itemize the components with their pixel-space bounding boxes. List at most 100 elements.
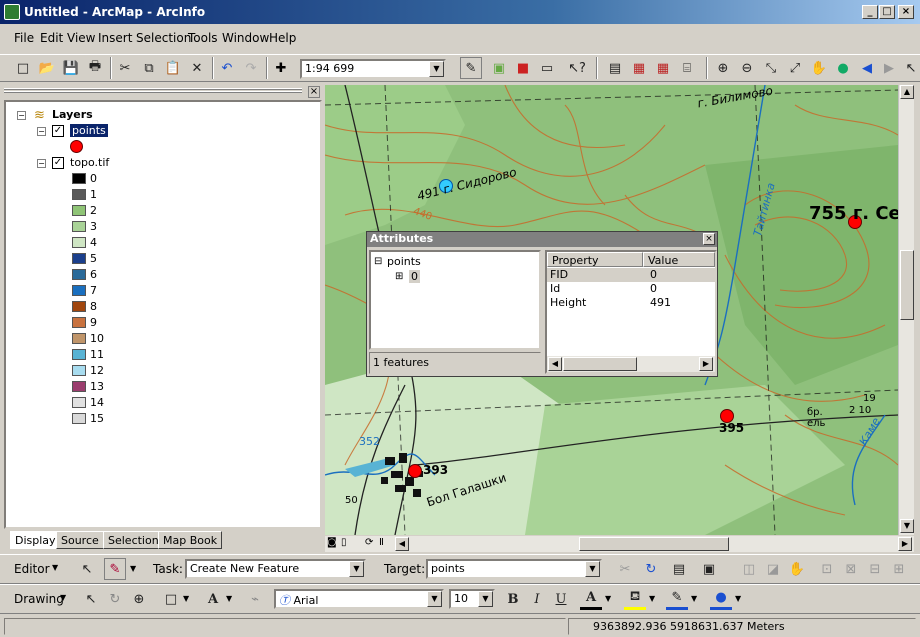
copy-icon[interactable]: ⧉: [138, 57, 160, 79]
menu-insert[interactable]: Insert: [98, 31, 132, 45]
fixed-zoom-in-icon[interactable]: ⤡: [760, 57, 782, 79]
task-combo[interactable]: Create New Feature ▼: [185, 559, 366, 579]
delete-icon[interactable]: ✕: [186, 57, 208, 79]
legend-swatch[interactable]: [72, 237, 86, 248]
topology-edit-icon[interactable]: ◪: [762, 558, 784, 580]
arctoolbox-icon[interactable]: ▣: [488, 57, 510, 79]
data-view-icon[interactable]: ◙: [327, 537, 337, 548]
map-scale-combo[interactable]: 1:94 699 ▼: [300, 59, 446, 79]
redo-icon[interactable]: ↷: [240, 57, 262, 79]
new-document-icon[interactable]: □: [12, 57, 34, 79]
points-layer-name[interactable]: points: [70, 124, 108, 137]
attribute-table-icon[interactable]: ▦: [628, 57, 650, 79]
map-horizontal-scrollbar[interactable]: ◙ ▯ ⟳ Ⅱ ◀ ▶: [325, 536, 914, 552]
chevron-down-icon[interactable]: ▼: [130, 564, 136, 573]
topology-window-icon[interactable]: ⊞: [888, 558, 910, 580]
close-button[interactable]: ×: [898, 5, 914, 19]
catalog-icon[interactable]: ⌸: [676, 57, 698, 79]
tab-source[interactable]: Source: [56, 531, 104, 549]
validate-extent-icon[interactable]: ⊠: [840, 558, 862, 580]
fill-color-icon[interactable]: ⛾: [624, 588, 646, 610]
editor-menu[interactable]: Editor: [14, 562, 50, 576]
legend-swatch[interactable]: [72, 301, 86, 312]
grid-cell-property[interactable]: Height: [550, 296, 586, 309]
add-data-icon[interactable]: ✚: [270, 57, 292, 79]
chevron-down-icon[interactable]: ▼: [605, 594, 611, 603]
minimize-button[interactable]: _: [862, 5, 878, 19]
scroll-thumb[interactable]: [563, 357, 637, 371]
attributes-icon[interactable]: ▤: [668, 558, 690, 580]
scroll-right-icon[interactable]: ▶: [898, 537, 912, 551]
maximize-button[interactable]: □: [879, 5, 895, 19]
chevron-down-icon[interactable]: ▼: [60, 593, 66, 602]
legend-swatch[interactable]: [72, 381, 86, 392]
scroll-left-icon[interactable]: ◀: [548, 357, 562, 371]
legend-swatch[interactable]: [72, 221, 86, 232]
toc-close-icon[interactable]: ×: [308, 86, 320, 98]
table-icon[interactable]: ▦: [652, 57, 674, 79]
rotate-tool-icon[interactable]: ↻: [640, 558, 662, 580]
tab-map-book[interactable]: Map Book: [158, 531, 223, 549]
bold-button[interactable]: B: [502, 588, 524, 610]
print-icon[interactable]: 🖶: [84, 57, 106, 79]
next-extent-icon[interactable]: ▶: [878, 57, 900, 79]
select-elements-icon[interactable]: ↖: [900, 57, 920, 79]
validate-icon[interactable]: ⊡: [816, 558, 838, 580]
legend-swatch[interactable]: [72, 205, 86, 216]
legend-swatch[interactable]: [72, 317, 86, 328]
editor-toolbar-icon[interactable]: ✎: [460, 57, 482, 79]
chevron-down-icon[interactable]: ▼: [226, 594, 232, 603]
rectangle-icon[interactable]: □: [160, 588, 182, 610]
grid-cell-value[interactable]: 491: [650, 296, 671, 309]
menu-tools[interactable]: Tools: [188, 31, 218, 45]
error-inspector-icon[interactable]: ⊟: [864, 558, 886, 580]
select-elements-icon[interactable]: ↖: [80, 588, 102, 610]
previous-extent-icon[interactable]: ◀: [856, 57, 878, 79]
grid-cell-property[interactable]: FID: [550, 268, 568, 281]
fix-topology-icon[interactable]: ✋: [786, 558, 808, 580]
sketch-properties-icon[interactable]: ▣: [698, 558, 720, 580]
zoom-in-icon[interactable]: ⊕: [712, 57, 734, 79]
menu-file[interactable]: File: [14, 31, 34, 45]
rotate-element-icon[interactable]: ↻: [104, 588, 126, 610]
column-header-value[interactable]: Value: [643, 252, 715, 267]
open-icon[interactable]: 📂: [36, 57, 58, 79]
chevron-down-icon[interactable]: ▼: [427, 591, 442, 607]
expand-icon[interactable]: ⊞: [395, 271, 403, 282]
chevron-down-icon[interactable]: ▼: [735, 594, 741, 603]
legend-swatch[interactable]: [72, 413, 86, 424]
menu-view[interactable]: View: [67, 31, 95, 45]
zoom-out-icon[interactable]: ⊖: [736, 57, 758, 79]
drawing-menu[interactable]: Drawing: [14, 592, 64, 606]
legend-swatch[interactable]: [72, 349, 86, 360]
map-vertical-scrollbar[interactable]: ▲ ▼: [898, 85, 914, 535]
identify-results-icon[interactable]: ▤: [604, 57, 626, 79]
chevron-down-icon[interactable]: ▼: [52, 563, 58, 572]
legend-swatch[interactable]: [72, 397, 86, 408]
tab-selection[interactable]: Selection: [103, 531, 164, 549]
legend-swatch[interactable]: [72, 269, 86, 280]
font-combo[interactable]: Ⓣ Arial ▼: [274, 589, 444, 609]
chevron-down-icon[interactable]: ▼: [585, 561, 600, 577]
topology-icon[interactable]: ◫: [738, 558, 760, 580]
collapse-icon[interactable]: −: [17, 111, 26, 120]
topo-layer-name[interactable]: topo.tif: [70, 156, 109, 169]
chevron-down-icon[interactable]: ▼: [649, 594, 655, 603]
scroll-thumb[interactable]: [900, 250, 914, 320]
attributes-close-icon[interactable]: ×: [703, 233, 715, 245]
layers-root-label[interactable]: Layers: [52, 108, 93, 121]
chevron-down-icon[interactable]: ▼: [691, 594, 697, 603]
map-point-393[interactable]: [408, 464, 422, 478]
layout-view-icon[interactable]: ▯: [341, 537, 347, 548]
legend-swatch[interactable]: [72, 173, 86, 184]
underline-button[interactable]: U: [550, 588, 572, 610]
full-extent-globe-icon[interactable]: ●: [832, 57, 854, 79]
sketch-tool-pencil-icon[interactable]: ✎: [104, 558, 126, 580]
cut-icon[interactable]: ✂: [114, 57, 136, 79]
scroll-down-icon[interactable]: ▼: [900, 519, 914, 533]
grid-cell-property[interactable]: Id: [550, 282, 560, 295]
italic-button[interactable]: I: [526, 588, 548, 610]
chevron-down-icon[interactable]: ▼: [478, 591, 493, 607]
tree-feature-0[interactable]: 0: [409, 270, 420, 283]
scroll-right-icon[interactable]: ▶: [699, 357, 713, 371]
